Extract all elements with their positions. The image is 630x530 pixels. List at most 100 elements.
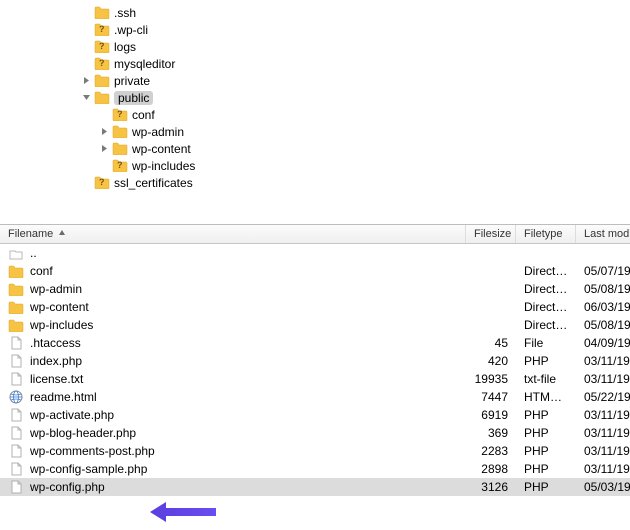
disclosure-triangle-icon[interactable] <box>100 127 109 136</box>
callout-arrow-icon <box>148 500 218 527</box>
file-size: 2283 <box>466 444 516 458</box>
file-modified: 05/08/19 00:... <box>576 282 630 296</box>
tree-item-label: public <box>114 91 153 105</box>
folder-icon <box>94 91 110 105</box>
tree-item[interactable]: wp-content <box>0 140 630 157</box>
tree-item[interactable]: wp-admin <box>0 123 630 140</box>
file-name: wp-activate.php <box>30 408 114 422</box>
sort-ascending-icon <box>58 229 66 239</box>
tree-item-label: logs <box>114 40 136 54</box>
file-row[interactable]: wp-activate.php6919PHP03/11/19 00:... <box>0 406 630 424</box>
tree-item-label: wp-admin <box>132 125 184 139</box>
folder-icon <box>8 282 24 296</box>
tree-item[interactable]: ?.wp-cli <box>0 21 630 38</box>
file-row[interactable]: wp-blog-header.php369PHP03/11/19 00:... <box>0 424 630 442</box>
folder-icon <box>94 74 110 88</box>
file-row[interactable]: wp-admin Directory05/08/19 00:... <box>0 280 630 298</box>
tree-item-label: wp-content <box>132 142 191 156</box>
tree-item[interactable]: private <box>0 72 630 89</box>
file-name: wp-config-sample.php <box>30 462 147 476</box>
folder-icon <box>8 318 24 332</box>
file-type: PHP <box>516 444 576 458</box>
html-file-icon <box>8 390 24 404</box>
file-name: wp-comments-post.php <box>30 444 155 458</box>
tree-item[interactable]: ? conf <box>0 106 630 123</box>
col-header-filename[interactable]: Filename <box>0 225 466 243</box>
file-size: 19935 <box>466 372 516 386</box>
file-row[interactable]: .htaccess45File04/09/19 20:... <box>0 334 630 352</box>
file-type: PHP <box>516 480 576 494</box>
tree-item[interactable]: ?mysqleditor <box>0 55 630 72</box>
col-header-modified[interactable]: Last modified <box>576 225 630 243</box>
file-row[interactable]: confDirectory05/07/19 04:... <box>0 262 630 280</box>
file-name: wp-content <box>30 300 89 314</box>
file-type: Directory <box>516 300 576 314</box>
file-type: File <box>516 336 576 350</box>
file-name: wp-config.php <box>30 480 105 494</box>
disclosure-triangle-icon[interactable] <box>100 144 109 153</box>
file-list-header[interactable]: Filename Filesize Filetype Last modified <box>0 225 630 244</box>
tree-item[interactable]: ? ssl_certificates <box>0 174 630 191</box>
file-modified: 03/11/19 00:... <box>576 462 630 476</box>
file-type: PHP <box>516 354 576 368</box>
file-name: license.txt <box>30 372 83 386</box>
file-row[interactable]: readme.html7447HTML do...05/22/19 04:... <box>0 388 630 406</box>
file-icon <box>8 372 24 386</box>
file-size: 7447 <box>466 390 516 404</box>
file-row[interactable]: wp-includesDirectory05/08/19 00:... <box>0 316 630 334</box>
folder-icon <box>112 125 128 139</box>
tree-item-label: mysqleditor <box>114 57 175 71</box>
file-icon <box>8 426 24 440</box>
file-row[interactable]: .. <box>0 244 630 262</box>
file-size: 420 <box>466 354 516 368</box>
file-row[interactable]: wp-comments-post.php2283PHP03/11/19 00:.… <box>0 442 630 460</box>
disclosure-triangle-icon[interactable] <box>82 76 91 85</box>
col-label-filename: Filename <box>8 228 53 240</box>
file-type: PHP <box>516 462 576 476</box>
file-list[interactable]: ..confDirectory05/07/19 04:... wp-admin Di… <box>0 244 630 496</box>
file-row[interactable]: index.php 420PHP03/11/19 00:... <box>0 352 630 370</box>
tree-item[interactable]: public <box>0 89 630 106</box>
file-type: txt-file <box>516 372 576 386</box>
tree-item-label: ssl_certificates <box>114 176 193 190</box>
file-size: 45 <box>466 336 516 350</box>
file-modified: 05/03/19 10:... <box>576 480 630 494</box>
file-type: Directory <box>516 282 576 296</box>
file-row[interactable]: wp-content Directory06/03/19 00:... <box>0 298 630 316</box>
file-type: PHP <box>516 408 576 422</box>
file-name: wp-admin <box>30 282 82 296</box>
file-type: Directory <box>516 318 576 332</box>
directory-tree[interactable]: .ssh?.wp-cli?logs?mysqleditorprivatepubl… <box>0 0 630 225</box>
folder-icon: ? <box>112 159 128 173</box>
tree-item-label: .wp-cli <box>114 23 148 37</box>
folder-icon <box>112 142 128 156</box>
file-name: index.php <box>30 354 82 368</box>
folder-icon <box>94 6 110 20</box>
disclosure-triangle-icon[interactable] <box>82 93 91 102</box>
file-row[interactable]: wp-config.php 3126PHP05/03/19 10:... <box>0 478 630 496</box>
tree-item-label: .ssh <box>114 6 136 20</box>
file-name: .htaccess <box>30 336 81 350</box>
file-modified: 06/03/19 00:... <box>576 300 630 314</box>
file-modified: 03/11/19 00:... <box>576 354 630 368</box>
file-modified: 05/22/19 04:... <box>576 390 630 404</box>
file-icon <box>8 408 24 422</box>
col-header-filesize[interactable]: Filesize <box>466 225 516 243</box>
folder-icon: ? <box>112 108 128 122</box>
tree-item-label: conf <box>132 108 155 122</box>
file-row[interactable]: license.txt 19935txt-file03/11/19 00:... <box>0 370 630 388</box>
col-header-filetype[interactable]: Filetype <box>516 225 576 243</box>
file-size: 2898 <box>466 462 516 476</box>
tree-item[interactable]: ?wp-includes <box>0 157 630 174</box>
file-row[interactable]: wp-config-sample.php 2898PHP03/11/19 00:.… <box>0 460 630 478</box>
tree-item[interactable]: ?logs <box>0 38 630 55</box>
file-size: 3126 <box>466 480 516 494</box>
folder-icon: ? <box>94 176 110 190</box>
file-icon <box>8 444 24 458</box>
file-modified: 03/11/19 00:... <box>576 372 630 386</box>
tree-item[interactable]: .ssh <box>0 4 630 21</box>
file-modified: 03/11/19 00:... <box>576 408 630 422</box>
file-modified: 05/07/19 04:... <box>576 264 630 278</box>
col-label-filetype: Filetype <box>524 228 563 240</box>
file-type: HTML do... <box>516 390 576 404</box>
